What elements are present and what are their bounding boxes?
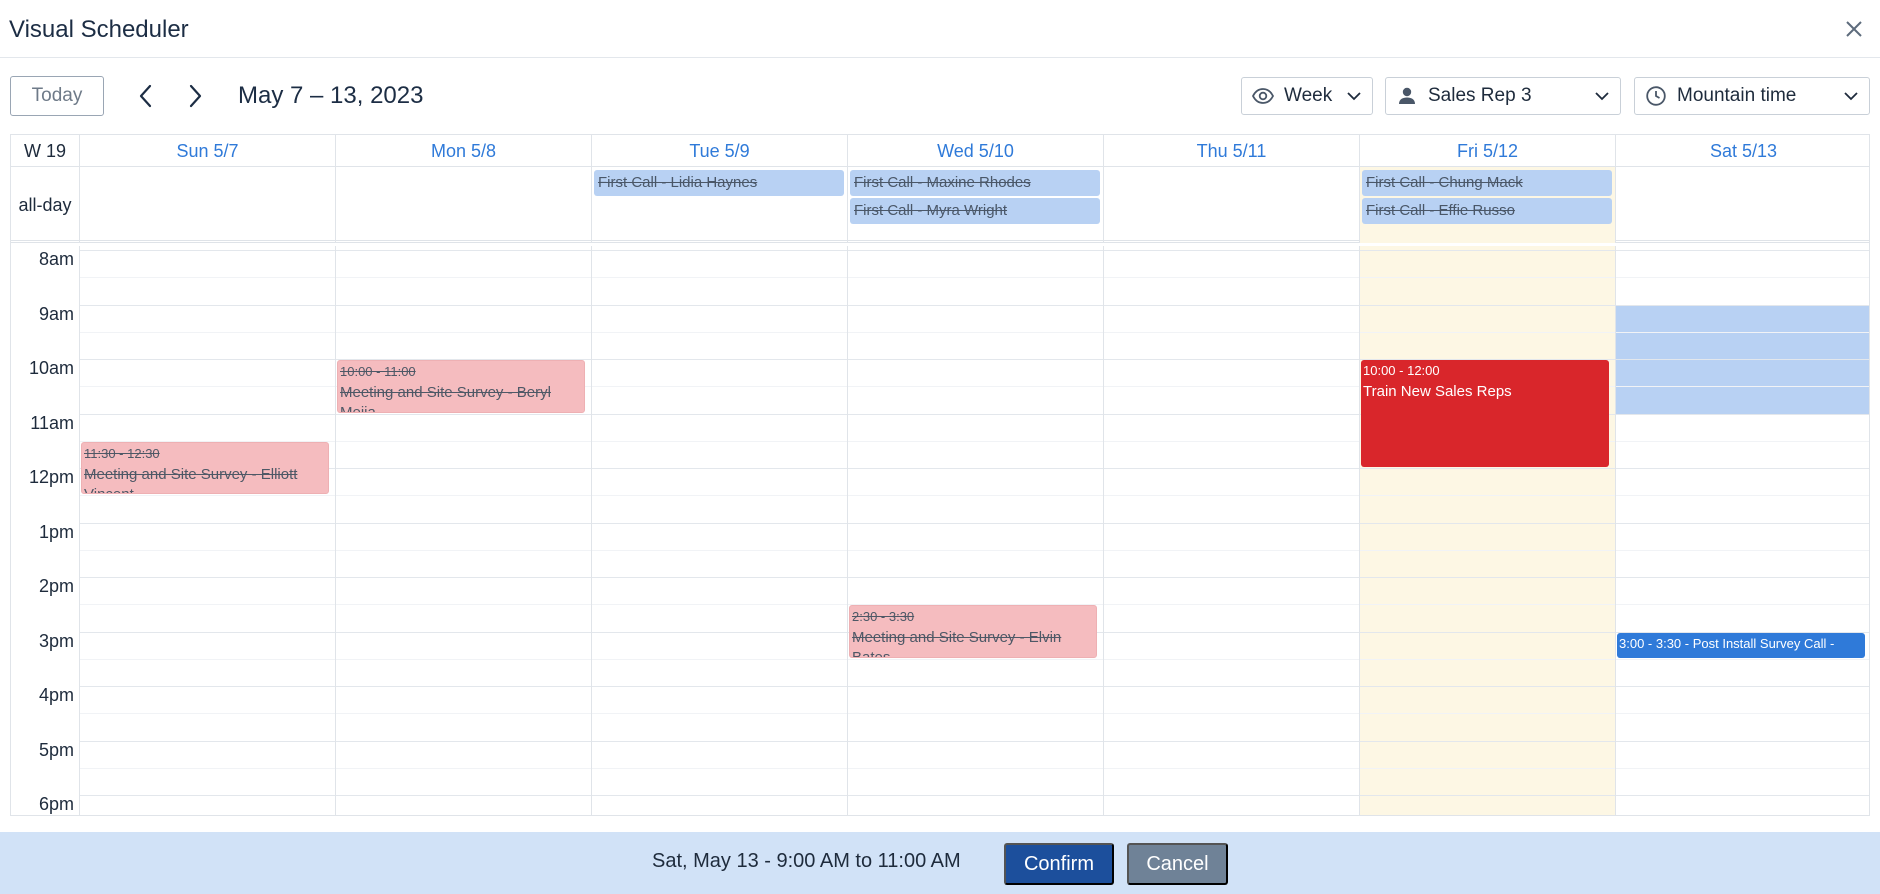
all-day-event[interactable]: First Call - Maxine Rhodes — [850, 170, 1100, 196]
all-day-event[interactable]: First Call - Lidia Haynes — [594, 170, 844, 196]
hour-label: 10am — [28, 358, 74, 378]
all-day-cell[interactable] — [1103, 167, 1359, 243]
event-time: 10:00 - 11:00 — [340, 364, 416, 379]
chevron-down-icon — [1844, 92, 1858, 101]
day-column[interactable] — [79, 246, 335, 815]
chevron-right-icon[interactable] — [180, 80, 210, 112]
hour-label: 1pm — [38, 521, 74, 542]
day-column[interactable] — [1615, 246, 1869, 815]
hour-label: 11am — [30, 412, 74, 433]
hour-label: 8am — [38, 249, 74, 269]
event-title: Meeting and Site Survey - Elliott Vincen… — [84, 465, 298, 495]
hour-label: 12pm — [28, 467, 74, 487]
time-grid[interactable]: 8am 9am 10am 11am 12pm 1pm 2pm 3pm 4pm 5pm 6pm 11:3… — [11, 246, 1869, 815]
event-time: 2:30 - 3:30 — [852, 609, 915, 625]
event-time: 3:00 - 3:30 - Post Install Survey Call - — [1619, 635, 1835, 651]
day-column[interactable] — [1359, 246, 1615, 815]
calendar-event[interactable]: 10:00 - 11:00 Meeting and Site Survey - B… — [337, 360, 585, 413]
day-header[interactable]: Sun 5/7 — [79, 135, 335, 167]
day-header-row: W 19 Sun 5/7 Mon 5/8 Tue 5/9 Wed 5/10 Thu 5/… — [11, 135, 1869, 167]
resource-select[interactable]: Sales Rep 3 — [1385, 77, 1621, 115]
calendar-toolbar: Today May 7 – 13, 2023 Week Sales Rep 3 — [0, 58, 1880, 134]
hour-label: 2pm — [38, 576, 74, 596]
all-day-event[interactable]: First Call - Myra Wright — [850, 198, 1100, 224]
all-day-row: all-day First Call - Lidia Haynes First C… — [11, 167, 1869, 243]
eye-icon — [1252, 88, 1274, 104]
confirm-button[interactable]: Confirm — [1004, 843, 1114, 885]
day-column[interactable] — [1103, 246, 1359, 815]
hour-label: 9am — [38, 303, 74, 324]
all-day-cell[interactable] — [335, 167, 591, 243]
event-time: 10:00 - 12:00 — [1363, 363, 1440, 378]
today-button[interactable]: Today — [10, 76, 104, 116]
dialog-title: Visual Scheduler — [9, 16, 189, 43]
calendar-event[interactable]: 10:00 - 12:00 Train New Sales Reps — [1361, 360, 1609, 467]
resource-select-value: Sales Rep 3 — [1428, 85, 1532, 106]
selection-footer: Sat, May 13 - 9:00 AM to 11:00 AM Confir… — [0, 832, 1880, 894]
all-day-event[interactable]: First Call - Effie Russo — [1362, 198, 1612, 224]
all-day-cell[interactable] — [79, 167, 335, 243]
day-header[interactable]: Fri 5/12 — [1359, 135, 1615, 167]
event-title: Meeting and Site Survey - Elvin Bates — [852, 629, 1062, 658]
all-day-event[interactable]: First Call - Chung Mack — [1362, 170, 1612, 196]
hour-label: 3pm — [38, 630, 74, 651]
close-icon[interactable] — [1840, 15, 1868, 43]
hour-label: 6pm — [38, 794, 74, 814]
chevron-down-icon — [1595, 92, 1609, 101]
timezone-select-value: Mountain time — [1677, 85, 1797, 106]
cancel-button[interactable]: Cancel — [1127, 843, 1228, 885]
person-icon — [1399, 87, 1415, 104]
view-select-value: Week — [1284, 85, 1333, 106]
all-day-cell[interactable] — [1615, 167, 1869, 243]
calendar-event[interactable]: 2:30 - 3:30 Meeting and Site Survey - Elv… — [849, 605, 1097, 658]
calendar-event[interactable]: 11:30 - 12:30 Meeting and Site Survey - E… — [81, 441, 329, 495]
week-number: W 19 — [23, 140, 66, 161]
chevron-down-icon — [1347, 92, 1361, 101]
dialog-titlebar: Visual Scheduler — [0, 0, 1880, 58]
all-day-label: all-day — [18, 194, 72, 215]
event-time: 11:30 - 12:30 — [84, 445, 160, 461]
day-column[interactable] — [847, 246, 1103, 815]
day-header[interactable]: Mon 5/8 — [335, 135, 591, 167]
day-column[interactable] — [591, 246, 847, 815]
view-select[interactable]: Week — [1241, 77, 1373, 115]
date-range-label: May 7 – 13, 2023 — [238, 82, 424, 109]
clock-icon — [1646, 86, 1666, 106]
selection-summary: Sat, May 13 - 9:00 AM to 11:00 AM — [652, 850, 961, 872]
week-calendar: W 19 Sun 5/7 Mon 5/8 Tue 5/9 Wed 5/10 Thu 5/… — [10, 134, 1870, 816]
hour-label: 4pm — [38, 685, 74, 705]
hour-label: 5pm — [38, 739, 74, 760]
calendar-event[interactable]: 3:00 - 3:30 - Post Install Survey Call - — [1617, 632, 1865, 658]
event-title: Train New Sales Reps — [1363, 383, 1512, 400]
day-header[interactable]: Thu 5/11 — [1103, 135, 1359, 167]
day-header[interactable]: Tue 5/9 — [591, 135, 847, 167]
timezone-select[interactable]: Mountain time — [1634, 77, 1870, 115]
day-header[interactable]: Wed 5/10 — [847, 135, 1103, 167]
event-title: Meeting and Site Survey - Beryl Mejia — [340, 384, 551, 413]
chevron-left-icon[interactable] — [131, 80, 161, 112]
day-header[interactable]: Sat 5/13 — [1615, 135, 1869, 167]
day-column[interactable] — [335, 246, 591, 815]
